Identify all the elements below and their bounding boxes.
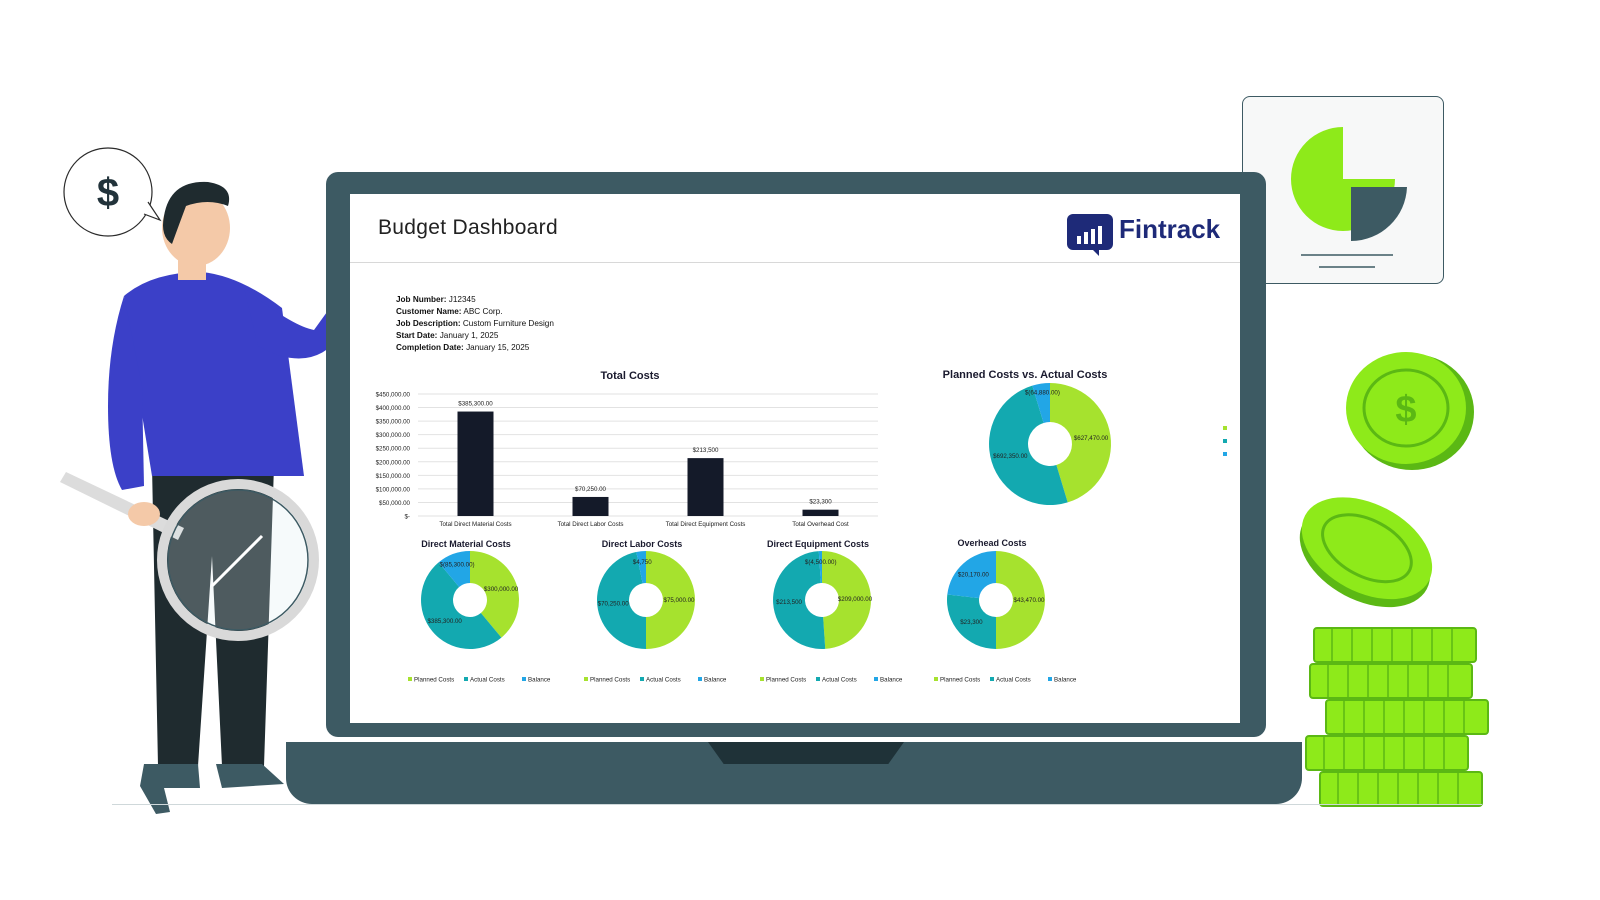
legend-swatch — [990, 677, 994, 681]
legend-swatch — [698, 677, 702, 681]
job-info-row: Job Number: J12345 — [396, 295, 476, 304]
donut-title: Direct Material Costs — [421, 539, 511, 549]
donut-title: Direct Labor Costs — [601, 539, 683, 549]
legend-swatch — [1223, 426, 1227, 430]
legend-label: Balance — [880, 677, 903, 684]
legend-label: Planned Costs — [590, 677, 630, 684]
legend-swatch — [874, 677, 878, 681]
y-tick-label: $350,000.00 — [376, 419, 411, 426]
direct-labor-donut: $75,000.00 $70,250.00 $4,750 Planned Costs A… — [584, 551, 727, 684]
pie-chart-icon — [1291, 127, 1407, 268]
donut-title: Direct Equipment Costs — [766, 539, 869, 549]
x-tick-label: Total Direct Equipment Costs — [666, 521, 746, 528]
donut-data-label: $43,470.00 — [1014, 597, 1046, 604]
y-tick-label: $100,000.00 — [376, 486, 411, 493]
y-tick-label: $50,000.00 — [379, 500, 411, 507]
bar-data-label: $70,250.00 — [575, 486, 607, 493]
job-info-row: Start Date: January 1, 2025 — [396, 331, 499, 340]
bar — [457, 411, 494, 516]
donut-data-label: $75,000.00 — [664, 597, 696, 604]
donut-title: Overhead Costs — [957, 538, 1027, 548]
y-tick-label: $300,000.00 — [376, 432, 411, 439]
bar-data-label: $213,500 — [693, 447, 719, 454]
svg-text:$: $ — [1395, 389, 1416, 431]
bar-chart-icon — [1077, 226, 1102, 244]
overhead-donut: $43,470.00 $23,300 $20,170.00 Planned Costs… — [934, 551, 1077, 684]
x-tick-label: Total Overhead Cost — [792, 521, 849, 528]
y-tick-label: $- — [404, 514, 410, 521]
job-info-row: Customer Name: ABC Corp. — [396, 307, 503, 316]
legend-swatch — [522, 677, 526, 681]
planned-vs-actual-donut: $627,470.00$692,350.00$(64,880.00)Planne… — [989, 383, 1227, 505]
legend-swatch — [1223, 439, 1227, 443]
donut-data-label: $20,170.00 — [958, 572, 990, 579]
legend-swatch — [640, 677, 644, 681]
direct-material-donut: $300,000.00 $385,300.00 $(85,300.00) Planne… — [408, 551, 551, 684]
y-tick-label: $250,000.00 — [376, 446, 411, 453]
donut-data-label: $(64,880.00) — [1025, 390, 1060, 397]
y-tick-label: $450,000.00 — [376, 392, 411, 399]
donut-data-label: $4,750 — [633, 559, 652, 566]
ground-line — [112, 804, 1482, 805]
legend-swatch — [816, 677, 820, 681]
bar — [687, 458, 724, 516]
brand-logo: Fintrack — [1067, 212, 1232, 256]
legend-swatch — [464, 677, 468, 681]
donut-data-label: $23,300 — [960, 619, 983, 626]
job-info-row: Completion Date: January 15, 2025 — [396, 343, 530, 352]
y-tick-label: $400,000.00 — [376, 405, 411, 412]
y-tick-label: $200,000.00 — [376, 459, 411, 466]
dashboard-screen: Budget Dashboard Fintrack Job Number: J1… — [350, 194, 1240, 723]
legend-label: Actual Costs — [470, 677, 505, 684]
legend-swatch — [1223, 452, 1227, 456]
legend-swatch — [408, 677, 412, 681]
job-info-row: Job Description: Custom Furniture Design — [396, 319, 554, 328]
coins-illustration: $ — [1299, 352, 1489, 807]
x-tick-label: Total Direct Material Costs — [439, 521, 511, 528]
x-tick-label: Total Direct Labor Costs — [557, 521, 623, 528]
donut-data-label: $70,250.00 — [598, 600, 630, 607]
y-tick-label: $150,000.00 — [376, 473, 411, 480]
page-title: Budget Dashboard — [378, 216, 558, 239]
legend-label: Planned Costs — [940, 677, 980, 684]
legend-label: Actual Costs — [996, 677, 1031, 684]
pie-chart-card — [1242, 96, 1444, 284]
legend-swatch — [934, 677, 938, 681]
coin-stack-icon — [1305, 627, 1489, 807]
direct-equipment-donut: $209,000.00 $213,500 $(4,500.00) Planned Co… — [760, 551, 903, 684]
coin-icon: $ — [1346, 352, 1474, 470]
laptop-notch — [708, 742, 904, 764]
legend-swatch — [1048, 677, 1052, 681]
legend-label: Balance — [704, 677, 727, 684]
coin-icon — [1299, 497, 1433, 608]
donut-data-label: $300,000.00 — [484, 586, 519, 593]
bar — [802, 509, 839, 516]
donut-data-label: $627,470.00 — [1074, 435, 1109, 442]
bar-data-label: $23,300 — [809, 499, 832, 506]
donut-data-label: $213,500 — [776, 599, 802, 606]
brand-name: Fintrack — [1119, 214, 1221, 244]
donut-data-label: $692,350.00 — [993, 453, 1028, 460]
legend-label: Actual Costs — [822, 677, 857, 684]
bar — [572, 496, 609, 516]
job-info: Job Number: J12345 Customer Name: ABC Co… — [396, 294, 554, 354]
logo-icon — [1067, 214, 1113, 250]
legend-label: Balance — [528, 677, 551, 684]
donut-data-label: $(85,300.00) — [440, 561, 475, 568]
header-divider — [350, 262, 1240, 263]
bar-data-label: $385,300.00 — [458, 401, 493, 408]
legend-label: Actual Costs — [646, 677, 681, 684]
legend-label: Balance — [1054, 677, 1077, 684]
legend-label: Planned Costs — [766, 677, 806, 684]
donut-data-label: $385,300.00 — [427, 618, 462, 625]
donut-data-label: $209,000.00 — [838, 596, 873, 603]
legend-swatch — [584, 677, 588, 681]
total-costs-bar-chart: $- $50,000.00 $100,000.00 $150,000.00 $200,0… — [376, 392, 878, 528]
legend-swatch — [760, 677, 764, 681]
legend-label: Planned Costs — [414, 677, 454, 684]
donut-data-label: $(4,500.00) — [805, 559, 837, 566]
